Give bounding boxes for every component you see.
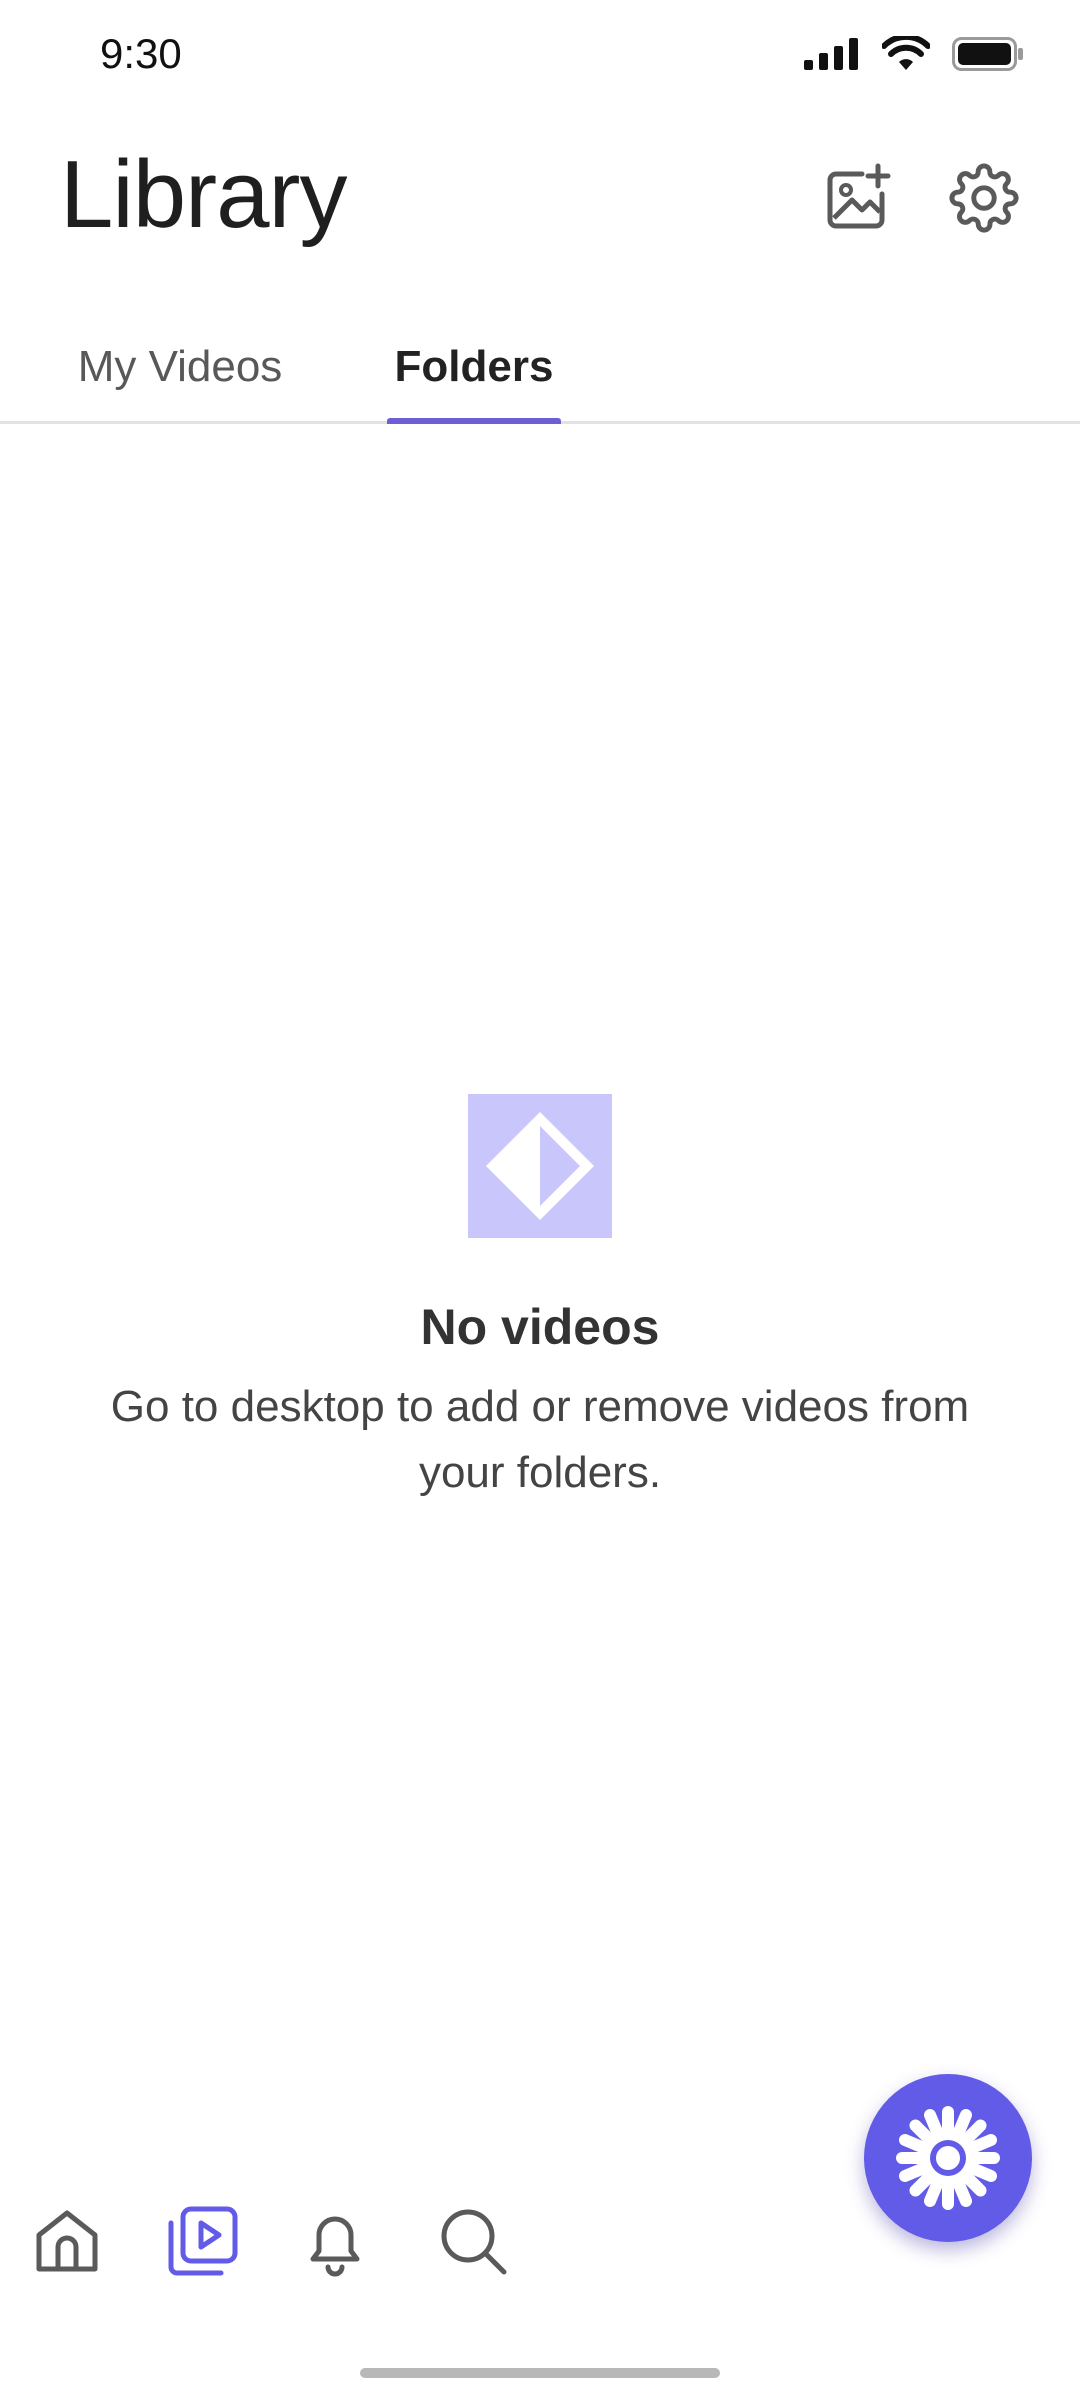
tab-active-indicator [387,418,561,424]
header-actions [820,160,1022,236]
empty-state: No videos Go to desktop to add or remove… [0,1094,1080,1506]
nav-notifications[interactable] [290,2196,380,2286]
status-time: 9:30 [100,30,182,77]
tab-bar: My Videos Folders [0,300,1080,424]
bottom-nav [0,2196,1080,2306]
tab-my-videos[interactable]: My Videos [60,320,300,424]
search-icon [441,2209,507,2275]
bell-icon [310,2216,360,2277]
page-title: Library [60,141,347,248]
nav-search[interactable] [428,2196,518,2286]
tab-folders[interactable]: Folders [387,320,561,424]
settings-button[interactable] [946,160,1022,236]
status-icons [804,36,1024,72]
signal-icon [804,38,858,70]
add-image-button[interactable] [820,160,896,236]
nav-library[interactable] [158,2196,248,2286]
home-icon [36,2210,98,2272]
battery-icon [952,37,1023,71]
add-image-icon [827,163,891,229]
library-screen: 9:30 Library My Videos Folders No videos… [0,0,1080,2400]
home-indicator[interactable] [360,2368,720,2378]
empty-state-description: Go to desktop to add or remove videos fr… [110,1382,970,1497]
empty-state-title: No videos [420,1299,660,1355]
wifi-icon [882,36,930,70]
status-bar: 9:30 [0,0,1080,112]
empty-video-icon [468,1094,612,1238]
nav-home[interactable] [22,2196,112,2286]
sparkle-icon [896,2106,1000,2210]
gear-icon [949,163,1019,233]
video-library-icon [168,2206,238,2276]
